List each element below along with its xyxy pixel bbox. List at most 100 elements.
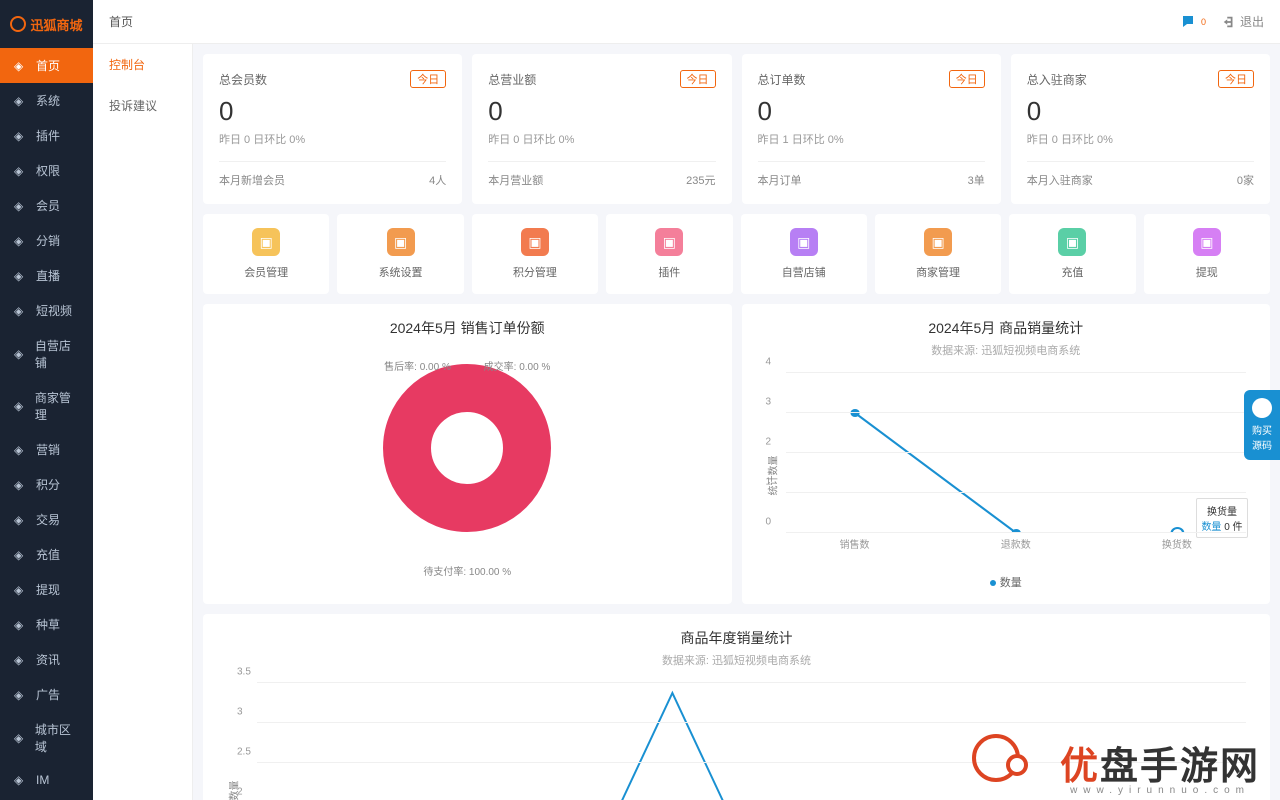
yen-icon: ◈ xyxy=(14,548,28,562)
annual-source: 数据来源: 迅狐短视频电商系统 xyxy=(217,652,1256,668)
stat-badge: 今日 xyxy=(949,70,985,88)
topbar: 首页 0 退出 xyxy=(93,0,1280,44)
sidebar-item-label: 会员 xyxy=(36,197,60,214)
coin-icon: ◈ xyxy=(14,478,28,492)
quicklink-会员管理[interactable]: ▣会员管理 xyxy=(203,214,329,294)
sidebar-item-label: 资讯 xyxy=(36,651,60,668)
subnav-item[interactable]: 控制台 xyxy=(93,44,192,85)
sidebar-item-puzzle[interactable]: ◈插件 xyxy=(0,118,93,153)
stat-card: 总入驻商家今日0昨日 0 日环比 0%本月入驻商家0家 xyxy=(1011,54,1270,204)
sidebar-item-home[interactable]: ◈ 首页 xyxy=(0,48,93,83)
sidebar-item-video[interactable]: ◈直播 xyxy=(0,258,93,293)
quicklink-积分管理[interactable]: ▣积分管理 xyxy=(472,214,598,294)
annual-title: 商品年度销量统计 xyxy=(217,628,1256,648)
quicklink-icon: ▣ xyxy=(924,228,952,256)
sidebar-item-city[interactable]: ◈城市区域 xyxy=(0,712,93,764)
sidebar-item-yen[interactable]: ◈ 充值 xyxy=(0,537,93,572)
breadcrumb-home[interactable]: 首页 xyxy=(109,13,1181,30)
buy-source-button[interactable]: 购买源码 xyxy=(1244,390,1280,460)
quicklink-插件[interactable]: ▣插件 xyxy=(606,214,732,294)
x-tick: 换货数 xyxy=(1162,536,1192,551)
quicklink-icon: ▣ xyxy=(387,228,415,256)
donut-label-pending: 待支付率: 100.00 % xyxy=(423,567,511,578)
quicklink-label: 商家管理 xyxy=(881,264,995,280)
quicklink-充值[interactable]: ▣充值 xyxy=(1009,214,1135,294)
sidebar-item-flag[interactable]: ◈种草 xyxy=(0,607,93,642)
quicklink-自营店铺[interactable]: ▣自营店铺 xyxy=(741,214,867,294)
subnav-item[interactable]: 投诉建议 xyxy=(93,85,192,126)
stat-foot-value: 4人 xyxy=(429,172,446,188)
quicklink-系统设置[interactable]: ▣ 系统设置 xyxy=(337,214,463,294)
stat-foot-value: 3单 xyxy=(968,172,985,188)
sidebar-item-news[interactable]: ◈资讯 xyxy=(0,642,93,677)
sidebar-item-image[interactable]: ◈广告 xyxy=(0,677,93,712)
chat-icon: ◈ xyxy=(14,773,28,787)
stat-badge: 今日 xyxy=(410,70,446,88)
stat-value: 0 xyxy=(1027,96,1254,127)
donut-title: 2024年5月 销售订单份额 xyxy=(217,318,718,338)
quicklink-提现[interactable]: ▣提现 xyxy=(1144,214,1270,294)
stat-foot-label: 本月新增会员 xyxy=(219,172,285,188)
annual-panel: 商品年度销量统计 数据来源: 迅狐短视频电商系统 统计数量 11.522.533… xyxy=(203,614,1270,800)
quicklink-label: 系统设置 xyxy=(343,264,457,280)
sidebar-item-label: 系统 xyxy=(36,92,60,109)
sidebar-item-msg[interactable]: ◈消息 xyxy=(0,796,93,800)
sidebar-item-withdraw[interactable]: ◈提现 xyxy=(0,572,93,607)
sidebar-item-user[interactable]: ◈权限 xyxy=(0,153,93,188)
sidebar-item-label: IM xyxy=(36,773,49,787)
stat-title: 总订单数 xyxy=(758,71,806,88)
home-icon: ◈ xyxy=(14,59,28,73)
stat-title: 总会员数 xyxy=(219,71,267,88)
exchange-icon: ◈ xyxy=(14,513,28,527)
quicklink-icon: ▣ xyxy=(1058,228,1086,256)
sidebar-item-label: 自营店铺 xyxy=(35,337,79,371)
stat-card: 总会员数今日0昨日 0 日环比 0%本月新增会员4人 xyxy=(203,54,462,204)
video-icon: ◈ xyxy=(14,269,28,283)
sidebar-item-coin[interactable]: ◈积分 xyxy=(0,467,93,502)
sidebar-item-group[interactable]: ◈会员 xyxy=(0,188,93,223)
sidebar-item-chat[interactable]: ◈ IM xyxy=(0,764,93,796)
sidebar-item-shop[interactable]: ◈ 自营店铺 xyxy=(0,328,93,380)
sidebar-item-label: 种草 xyxy=(36,616,60,633)
stat-badge: 今日 xyxy=(1218,70,1254,88)
line1-source: 数据来源: 迅狐短视频电商系统 xyxy=(756,342,1257,358)
sidebar-item-film[interactable]: ◈短视频 xyxy=(0,293,93,328)
line1-title: 2024年5月 商品销量统计 xyxy=(756,318,1257,338)
sidebar-item-label: 广告 xyxy=(36,686,60,703)
y-tick: 2 xyxy=(766,437,772,448)
sidebar-item-bullhorn[interactable]: ◈营销 xyxy=(0,432,93,467)
puzzle-icon: ◈ xyxy=(14,129,28,143)
donut-label-aftersale: 售后率: 0.00 % xyxy=(384,362,451,373)
quicklink-label: 积分管理 xyxy=(478,264,592,280)
logout-button[interactable]: 退出 xyxy=(1222,13,1264,30)
y-tick: 3 xyxy=(766,397,772,408)
quicklink-商家管理[interactable]: ▣ 商家管理 xyxy=(875,214,1001,294)
sidebar-item-label: 城市区域 xyxy=(35,721,79,755)
stat-card: 总订单数今日0昨日 1 日环比 0%本月订单3单 xyxy=(742,54,1001,204)
notification-icon[interactable]: 0 xyxy=(1181,14,1206,30)
stat-title: 总入驻商家 xyxy=(1027,71,1087,88)
stat-foot-label: 本月营业额 xyxy=(488,172,543,188)
quicklink-label: 提现 xyxy=(1150,264,1264,280)
stat-sub: 昨日 1 日环比 0% xyxy=(758,131,985,147)
sidebar-item-label: 交易 xyxy=(36,511,60,528)
y-tick: 4 xyxy=(766,357,772,368)
line-panel-monthly: 2024年5月 商品销量统计 数据来源: 迅狐短视频电商系统 统计数量 xyxy=(742,304,1271,604)
sidebar-item-label: 首页 xyxy=(36,57,60,74)
watermark-url: www.yirunnuo.com xyxy=(1070,785,1250,796)
sidebar-item-label: 营销 xyxy=(36,441,60,458)
sidebar-item-label: 提现 xyxy=(36,581,60,598)
sidebar-item-gear[interactable]: ◈系统 xyxy=(0,83,93,118)
sidebar-item-label: 短视频 xyxy=(36,302,72,319)
logo-icon xyxy=(10,16,26,32)
stat-title: 总营业额 xyxy=(488,71,536,88)
sidebar-item-exchange[interactable]: ◈ 交易 xyxy=(0,502,93,537)
stat-foot-label: 本月订单 xyxy=(758,172,802,188)
quicklink-icon: ▣ xyxy=(252,228,280,256)
sidebar-item-label: 充值 xyxy=(36,546,60,563)
line-chart-monthly xyxy=(786,373,1247,533)
sidebar-item-building[interactable]: ◈商家管理 xyxy=(0,380,93,432)
stat-foot-value: 0家 xyxy=(1237,172,1254,188)
shop-icon: ◈ xyxy=(14,347,27,361)
sidebar-item-share[interactable]: ◈分销 xyxy=(0,223,93,258)
